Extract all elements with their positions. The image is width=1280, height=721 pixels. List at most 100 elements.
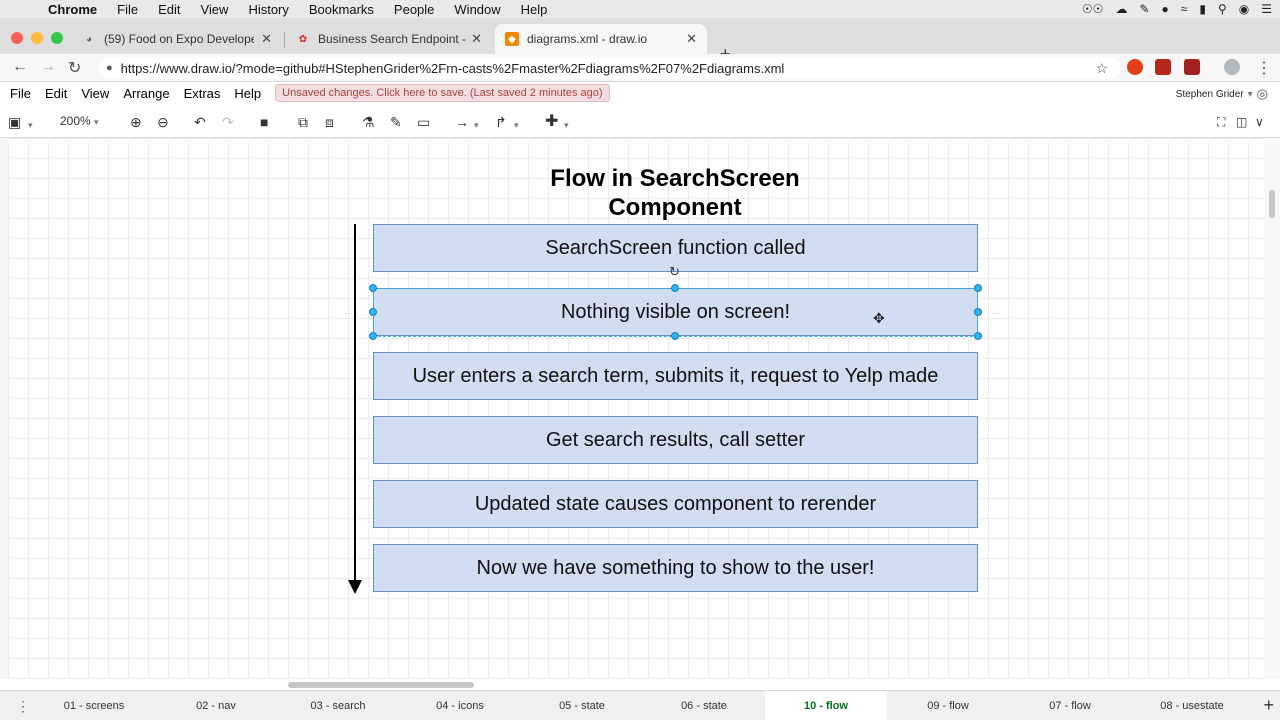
resize-handle-ne[interactable] [974, 284, 982, 292]
diagram-title[interactable]: Flow in SearchScreen Component [512, 164, 838, 222]
resize-handle-s[interactable] [671, 332, 679, 340]
vertical-scroll-thumb[interactable] [1269, 190, 1275, 218]
flow-step-box[interactable]: Now we have something to show to the use… [373, 544, 978, 592]
extension-menu-icon[interactable] [1155, 59, 1171, 75]
menu-bookmarks[interactable]: Bookmarks [309, 2, 374, 17]
browser-tab-yelp[interactable]: ✿ Business Search Endpoint - Ye ✕ [286, 24, 492, 54]
resize-handle-se[interactable] [974, 332, 982, 340]
menu-view[interactable]: View [200, 2, 228, 17]
menu-history[interactable]: History [248, 2, 288, 17]
browser-tab-expo[interactable]: ◕ (59) Food on Expo Developer T ✕ [72, 24, 282, 54]
drawio-menu-extras[interactable]: Extras [184, 86, 221, 101]
chevron-down-icon[interactable]: ▾ [474, 116, 479, 134]
chevron-down-icon[interactable]: ▾ [564, 116, 569, 134]
page-tab[interactable]: 01 - screens [33, 691, 155, 721]
vertical-scrollbar[interactable] [1264, 138, 1280, 679]
shadow-icon[interactable]: ▭ [417, 113, 430, 131]
waypoints-icon[interactable]: ↱ [495, 113, 507, 131]
menu-help[interactable]: Help [521, 2, 548, 17]
drawio-menu-edit[interactable]: Edit [45, 86, 67, 101]
page-tab[interactable]: 04 - icons [399, 691, 521, 721]
wifi-icon[interactable]: ≈ [1181, 2, 1188, 16]
back-arrow-icon[interactable]: ← [12, 58, 28, 76]
insert-plus-icon[interactable]: ✚ [545, 113, 558, 131]
to-front-icon[interactable]: ⧉ [298, 113, 308, 131]
collapse-icon[interactable]: ∨ [1255, 113, 1264, 131]
connect-left-arrow-icon[interactable]: ← [342, 304, 355, 319]
globe-icon[interactable]: ◎ [1257, 86, 1268, 102]
forward-arrow-icon[interactable]: → [40, 58, 56, 76]
siri-icon[interactable]: ◉ [1239, 2, 1249, 16]
unsaved-changes-button[interactable]: Unsaved changes. Click here to save. (La… [275, 84, 610, 102]
zoom-window-button[interactable] [51, 32, 63, 44]
bookmark-star-icon[interactable]: ☆ [1095, 60, 1108, 77]
pen-icon[interactable]: ✎ [1139, 2, 1149, 16]
page-tab[interactable]: 07 - flow [1009, 691, 1131, 721]
page-tab[interactable]: 05 - state [521, 691, 643, 721]
zoom-level[interactable]: 200% ▾ [60, 114, 99, 128]
battery-icon[interactable]: ▮ [1199, 2, 1206, 16]
menu-window[interactable]: Window [454, 2, 500, 17]
minimize-window-button[interactable] [31, 32, 43, 44]
page-tab[interactable]: 06 - state [643, 691, 765, 721]
connect-right-arrow-icon[interactable]: → [988, 304, 1001, 319]
close-tab-icon[interactable]: ✕ [686, 31, 697, 47]
page-tab[interactable]: 03 - search [277, 691, 399, 721]
menu-people[interactable]: People [394, 2, 434, 17]
to-back-icon[interactable]: ⧈ [325, 113, 334, 131]
undo-icon[interactable]: ↶ [194, 113, 206, 131]
drawio-menu-arrange[interactable]: Arrange [123, 86, 169, 101]
zoom-in-icon[interactable]: ⊕ [130, 113, 142, 131]
close-tab-icon[interactable]: ✕ [261, 31, 272, 47]
cloud-icon[interactable]: ☁ [1115, 2, 1127, 16]
page-tab[interactable]: 09 - flow [887, 691, 1009, 721]
connection-style-icon[interactable]: → [455, 113, 469, 131]
add-page-icon[interactable]: + [1263, 695, 1274, 716]
menu-chrome[interactable]: Chrome [48, 2, 97, 17]
chrome-menu-icon[interactable]: ⋮ [1256, 58, 1272, 78]
extension-shield-icon[interactable] [1184, 59, 1200, 75]
chevron-down-icon[interactable]: ▾ [514, 116, 519, 134]
flow-step-box[interactable]: Updated state causes component to rerend… [373, 480, 978, 528]
resize-handle-sw[interactable] [369, 332, 377, 340]
notification-center-icon[interactable]: ☰ [1261, 2, 1272, 16]
resize-handle-nw[interactable] [369, 284, 377, 292]
chevron-down-icon[interactable]: ▾ [28, 116, 33, 134]
close-window-button[interactable] [11, 32, 23, 44]
reload-icon[interactable]: ↻ [68, 58, 81, 78]
zoom-out-icon[interactable]: ⊖ [157, 113, 169, 131]
page-tab[interactable]: 08 - usestate [1131, 691, 1253, 721]
browser-tab-drawio[interactable]: ◆ diagrams.xml - draw.io ✕ [495, 24, 707, 54]
user-menu[interactable]: Stephen Grider ▾ ◎ [1176, 86, 1268, 102]
fullscreen-icon[interactable]: ⛶ [1217, 113, 1225, 131]
record-icon[interactable]: ● [1162, 2, 1169, 16]
flow-step-box[interactable]: User enters a search term, submits it, r… [373, 352, 978, 400]
resize-handle-e[interactable] [974, 308, 982, 316]
drawio-menu-help[interactable]: Help [234, 86, 261, 101]
format-panel-icon[interactable]: ▣ [8, 113, 21, 131]
flow-arrow[interactable] [345, 224, 365, 596]
fill-color-icon[interactable]: ⚗ [362, 113, 375, 131]
pages-menu-icon[interactable]: ⋮ [16, 698, 30, 715]
menu-file[interactable]: File [117, 2, 138, 17]
delete-icon[interactable]: ■ [260, 113, 268, 131]
page-tab[interactable]: 02 - nav [155, 691, 277, 721]
profile-avatar[interactable] [1224, 59, 1240, 75]
resize-handle-w[interactable] [369, 308, 377, 316]
drawio-menu-view[interactable]: View [81, 86, 109, 101]
menu-edit[interactable]: Edit [158, 2, 180, 17]
flow-step-box-selected[interactable]: Nothing visible on screen! [373, 288, 978, 336]
address-bar[interactable]: ● https://www.draw.io/?mode=github#HStep… [98, 57, 1120, 79]
horizontal-scroll-thumb[interactable] [288, 682, 474, 688]
rotate-handle-icon[interactable]: ↻ [669, 264, 680, 280]
resize-handle-n[interactable] [671, 284, 679, 292]
spotlight-icon[interactable]: ⚲ [1218, 2, 1227, 16]
flow-step-box[interactable]: Get search results, call setter [373, 416, 978, 464]
page-tab-selected[interactable]: 10 - flow [765, 691, 887, 721]
drawio-menu-file[interactable]: File [10, 86, 31, 101]
line-color-icon[interactable]: ✎ [390, 113, 402, 131]
close-tab-icon[interactable]: ✕ [471, 31, 482, 47]
glasses-icon[interactable]: ☉☉ [1082, 2, 1104, 16]
extension-stop-icon[interactable] [1127, 59, 1143, 75]
format-toggle-icon[interactable]: ◫ [1236, 113, 1247, 131]
